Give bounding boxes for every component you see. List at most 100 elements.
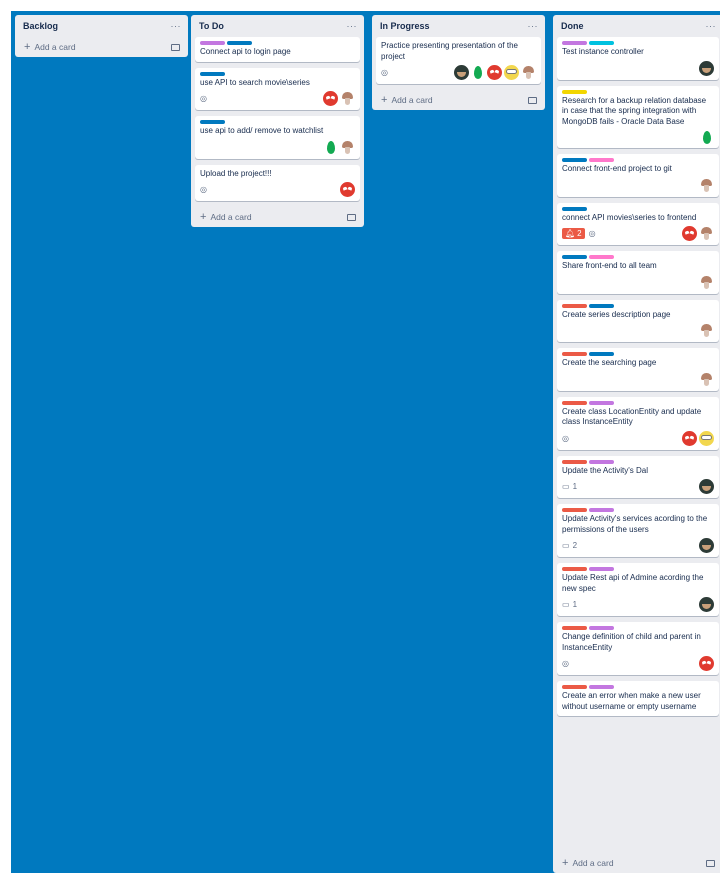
mushroom-avatar[interactable] xyxy=(699,226,714,241)
red-avatar[interactable] xyxy=(487,65,502,80)
card-labels xyxy=(562,400,714,405)
card-template-icon[interactable] xyxy=(706,859,715,867)
card[interactable]: Share front-end to all team xyxy=(557,251,719,294)
mushroom-avatar[interactable] xyxy=(340,139,355,155)
card-members xyxy=(699,60,714,76)
add-card-label: Add a card xyxy=(210,212,252,222)
card-footer: ◎ xyxy=(381,65,536,80)
card[interactable]: Update the Activity's Dal ▭ 1 xyxy=(557,455,719,498)
card[interactable]: Upload the project!!! ◎ xyxy=(195,164,360,201)
green-avatar[interactable] xyxy=(703,130,711,144)
card-template-icon[interactable] xyxy=(347,213,356,221)
eye-icon: ◎ xyxy=(200,94,207,103)
list-title[interactable]: In Progress xyxy=(380,21,430,31)
card-template-icon[interactable] xyxy=(171,43,180,51)
label-blue xyxy=(589,303,614,308)
dark-avatar[interactable] xyxy=(699,60,714,76)
card-title: Create the searching page xyxy=(562,358,657,367)
card-labels xyxy=(200,120,355,124)
card-title: use API to search movie\series xyxy=(200,77,310,87)
card-members xyxy=(324,139,355,155)
list-title[interactable]: Backlog xyxy=(23,21,58,31)
list-menu-icon[interactable]: ··· xyxy=(171,21,182,31)
list-title[interactable]: To Do xyxy=(199,21,224,31)
card-members xyxy=(699,656,714,671)
green-avatar[interactable] xyxy=(327,140,335,154)
label-pink xyxy=(589,158,614,162)
add-card-label: Add a card xyxy=(572,858,614,868)
red-avatar[interactable] xyxy=(699,656,714,671)
card-title: Create an error when make a new user wit… xyxy=(562,691,701,711)
card-template-icon[interactable] xyxy=(528,96,537,104)
card-footer xyxy=(200,139,355,155)
card-title: Practice presenting presentation of the … xyxy=(381,41,518,61)
label-purple xyxy=(589,626,614,630)
yellow-avatar[interactable] xyxy=(699,430,714,446)
card[interactable]: Test instance controller xyxy=(557,37,719,80)
card-footer xyxy=(562,130,714,144)
dark-avatar[interactable] xyxy=(699,597,714,612)
card[interactable]: Update Activity's services acording to t… xyxy=(557,504,719,557)
add-card-button[interactable]: + Add a card xyxy=(553,853,720,873)
card[interactable]: use api to add/ remove to watchlist xyxy=(195,116,360,159)
card-members xyxy=(682,226,714,241)
list-menu-icon[interactable]: ··· xyxy=(528,21,539,31)
mushroom-avatar[interactable] xyxy=(699,371,714,387)
mushroom-avatar[interactable] xyxy=(699,177,714,193)
red-avatar[interactable] xyxy=(323,91,338,106)
card[interactable]: Create series description page xyxy=(557,299,719,342)
yellow-avatar[interactable] xyxy=(504,65,519,80)
mushroom-avatar[interactable] xyxy=(699,323,714,338)
card-title: Create series description page xyxy=(562,309,671,319)
card[interactable]: Create an error when make a new user wit… xyxy=(557,681,719,716)
eye-icon: ◎ xyxy=(200,185,207,194)
dark-avatar[interactable] xyxy=(454,65,469,80)
dark-avatar[interactable] xyxy=(699,479,714,494)
comment-count: 2 xyxy=(572,541,578,550)
label-red xyxy=(562,352,587,356)
label-purple xyxy=(589,508,614,512)
card[interactable]: Connect api to login page xyxy=(195,37,360,62)
card-footer xyxy=(562,323,714,338)
card[interactable]: connect API movies\series to frontend 🔔︎… xyxy=(557,202,719,245)
label-purple xyxy=(589,685,614,689)
card[interactable]: Create the searching page xyxy=(557,348,719,391)
list-menu-icon[interactable]: ··· xyxy=(347,21,358,31)
card[interactable]: Create class LocationEntity and update c… xyxy=(557,396,719,450)
plus-icon: + xyxy=(200,211,207,223)
card-labels xyxy=(562,352,714,356)
bell-icon: 🔔︎ xyxy=(565,229,576,238)
list-menu-icon[interactable]: ··· xyxy=(706,21,717,31)
card-footer xyxy=(562,274,714,290)
mushroom-avatar[interactable] xyxy=(699,274,714,290)
red-avatar[interactable] xyxy=(682,430,697,446)
card[interactable]: Connect front-end project to git xyxy=(557,154,719,197)
card[interactable]: use API to search movie\series ◎ xyxy=(195,67,360,110)
list-title[interactable]: Done xyxy=(561,21,584,31)
card[interactable]: Research for a backup relation database … xyxy=(557,85,719,148)
mushroom-avatar[interactable] xyxy=(340,91,355,106)
list-header: To Do ··· xyxy=(191,15,364,37)
green-avatar[interactable] xyxy=(474,66,482,79)
red-avatar[interactable] xyxy=(682,226,697,241)
add-card-label: Add a card xyxy=(34,42,76,52)
comment-badge: ▭ 2 xyxy=(562,541,577,550)
add-card-button[interactable]: + Add a card xyxy=(15,37,188,57)
card-labels xyxy=(562,255,714,259)
list-in-progress: In Progress ··· Practice presenting pres… xyxy=(372,15,545,110)
card[interactable]: Practice presenting presentation of the … xyxy=(376,37,541,84)
label-blue xyxy=(589,352,614,356)
card[interactable]: Change definition of child and parent in… xyxy=(557,622,719,675)
label-red xyxy=(562,508,587,512)
label-blue xyxy=(200,71,225,76)
label-purple xyxy=(589,459,614,464)
mushroom-avatar[interactable] xyxy=(521,65,536,80)
card-footer: ▭ 1 xyxy=(562,479,714,494)
red-avatar[interactable] xyxy=(340,182,355,197)
add-card-label: Add a card xyxy=(391,95,433,105)
add-card-button[interactable]: + Add a card xyxy=(191,207,364,227)
card[interactable]: Update Rest api of Admine acording the n… xyxy=(557,563,719,616)
card-labels xyxy=(562,508,714,512)
add-card-button[interactable]: + Add a card xyxy=(372,90,545,110)
dark-avatar[interactable] xyxy=(699,538,714,553)
